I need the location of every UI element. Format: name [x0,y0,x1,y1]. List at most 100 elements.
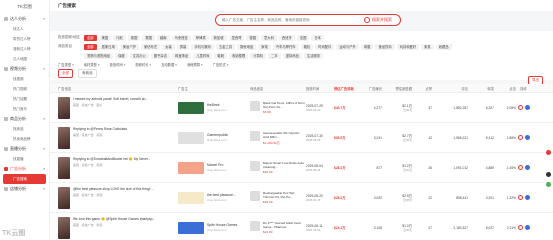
filter-chip[interactable]: 家具 [421,43,434,50]
table-row[interactable]: @the best pleasure shop LOVE the size of… [50,183,553,213]
filter-chip[interactable]: 计算机 [250,52,267,59]
sidebar-item[interactable]: 热门音乐 [0,104,49,114]
table-row[interactable]: Replying to @Penny Rose Calculator 美国 · 投… [50,123,553,153]
product-title[interactable]: Black Gel Pens, 10Pcs 0.5mm Gel Pens Fu.… [263,101,305,109]
detail-icon[interactable] [524,225,530,230]
filter-chip[interactable]: 男装 [176,43,190,50]
float-icon-green[interactable] [546,182,551,187]
filter-chip[interactable]: 意大利 [261,34,277,41]
favorite-icon[interactable] [517,225,523,230]
filter-chip[interactable]: 手机与数码 [191,43,214,50]
filter-dropdown[interactable]: 广告形式 [213,62,229,67]
column-header[interactable]: 广告信息 [50,86,178,91]
filter-chip[interactable]: 美国 [98,34,112,41]
filter-chip[interactable]: 全部 [84,43,97,50]
tab-1[interactable]: 有商品 [78,69,97,78]
filter-chip[interactable]: 食品饮料 [375,43,395,50]
sidebar-item[interactable]: 找商品 [0,124,49,134]
ad-title[interactable]: @the best pleasure shop LOVE the size of… [73,187,154,191]
filter-chip[interactable]: 泰国 [142,34,155,41]
filter-chip[interactable]: 越南 [156,34,170,41]
advertiser-name[interactable]: Marcel Pro [207,163,226,167]
column-header[interactable]: 预估销售额 [382,86,412,91]
filter-chip[interactable]: 儿童时尚 [193,52,213,59]
filter-chip[interactable]: 母婴 [360,43,374,50]
product-title[interactable]: Do F*** Yourself Adult Card Game - Hilar… [263,221,305,229]
filter-chip[interactable]: 西班牙 [278,34,295,41]
ad-thumbnail[interactable] [58,126,70,149]
product-image[interactable] [250,161,260,171]
filter-chip[interactable]: 居家日用 [98,43,118,50]
detail-icon[interactable] [524,135,530,140]
sidebar-section[interactable]: 店铺分析 ▾ [0,184,49,194]
filter-chip[interactable]: 马来西亚 [171,34,191,41]
product-image[interactable] [250,191,260,201]
product-title[interactable]: Gamerepublic 3% Glycolic Acid 6Mm... [263,131,305,139]
filter-chip[interactable]: 收藏品 [435,43,452,50]
search-icon[interactable] [364,17,370,23]
filter-chip[interactable]: 宠物与宠物用品 [84,52,114,59]
sidebar-item[interactable]: 达人地图 [0,54,49,64]
favorite-icon[interactable] [517,165,523,170]
column-header[interactable]: 投放时间 [306,86,334,91]
ad-thumbnail[interactable] [58,186,70,209]
column-header[interactable]: 预估广告消耗 [334,86,356,91]
favorite-icon[interactable] [517,135,523,140]
filter-chip[interactable]: 收纳整理 [229,52,249,59]
filter-dropdown[interactable]: 广告类型 [58,62,74,67]
product-image[interactable] [250,101,260,111]
product-image[interactable] [250,221,260,231]
sidebar-item[interactable]: 涨粉达人榜 [0,44,49,54]
search-button[interactable]: 搜索并搜索 [372,17,392,23]
filter-chip[interactable]: 二手 [268,52,281,59]
table-row[interactable]: I missed my airbuds pans!! Soft barrel, … [50,93,553,123]
filter-chip[interactable]: 新加坡 [210,34,227,41]
filter-chip[interactable]: 五金工具 [215,43,236,50]
ad-title[interactable]: Replying to @SnowballAndBuster bei 🙂 My … [73,157,150,161]
filter-chip[interactable]: 珠宝饰品 [172,52,192,59]
ad-thumbnail[interactable] [58,96,70,119]
filter-chip[interactable]: 菲律宾 [192,34,209,41]
sidebar-item[interactable]: 带货达人榜 [0,34,49,44]
advertiser-name[interactable]: Splitr House Games [207,223,237,227]
sidebar-item[interactable]: 热门话题 [0,94,49,104]
table-row[interactable]: Replying to @SnowballAndBuster bei 🙂 My … [50,153,553,183]
filter-dropdown[interactable]: 投放时间 [110,62,126,67]
sidebar-section[interactable]: 视频分析 ▾ [0,64,49,74]
filter-chip[interactable]: 法国 [296,34,310,41]
filter-chip[interactable]: 玩具和爱好 [396,43,420,50]
float-icon-red[interactable] [546,150,551,155]
filter-dropdown[interactable]: 互动数据 [161,62,177,67]
filter-chip[interactable]: 女装 [162,43,175,50]
filter-chip[interactable]: 家纺布艺 [140,43,161,50]
advertiser-name[interactable]: Gamerepublic [207,133,228,137]
filter-chip[interactable]: 保健 [115,52,128,59]
sidebar-section[interactable]: 直播分析 ▾ [0,144,49,154]
advertiser-name[interactable]: theDeek [207,103,226,107]
detail-icon[interactable] [524,165,530,170]
search-input[interactable] [216,18,364,22]
filter-chip[interactable]: 全部 [84,34,97,41]
ad-thumbnail[interactable] [58,156,70,179]
column-header[interactable]: 广告主 [178,86,250,91]
ad-title[interactable]: We love this game 🙂 @Splitr House Games … [73,217,155,221]
ad-thumbnail[interactable] [58,216,70,239]
filter-chip[interactable]: 厨房用品 [237,43,257,50]
sidebar-item[interactable]: 找视频 [0,74,49,84]
sidebar-item[interactable]: 热门视频 [0,84,49,94]
table-row[interactable]: We love this game 🙂 @Splitr House Games … [50,213,553,240]
product-image[interactable] [250,130,260,141]
filter-chip[interactable]: 鞋靴 [214,52,228,59]
detail-icon[interactable] [524,195,530,200]
filter-dropdown[interactable]: 消耗预算 [187,62,203,67]
sidebar-section[interactable]: 商品分析 ▾ [0,114,49,124]
column-header[interactable]: 广告曝光 [356,86,382,91]
filter-chip[interactable]: 英国 [127,34,141,41]
filter-chip[interactable]: 虚拟商品 [282,52,302,59]
filter-chip[interactable]: 印尼 [113,34,126,41]
filter-dropdown[interactable]: 素材类型 [84,62,100,67]
filter-chip[interactable]: 美妆个护 [119,43,139,50]
ad-title[interactable]: Replying to @Penny Rose Calculator [73,127,127,131]
sidebar-item[interactable]: 找达人 [0,24,49,34]
sidebar-item[interactable]: 热卖商品榜 [0,134,49,144]
